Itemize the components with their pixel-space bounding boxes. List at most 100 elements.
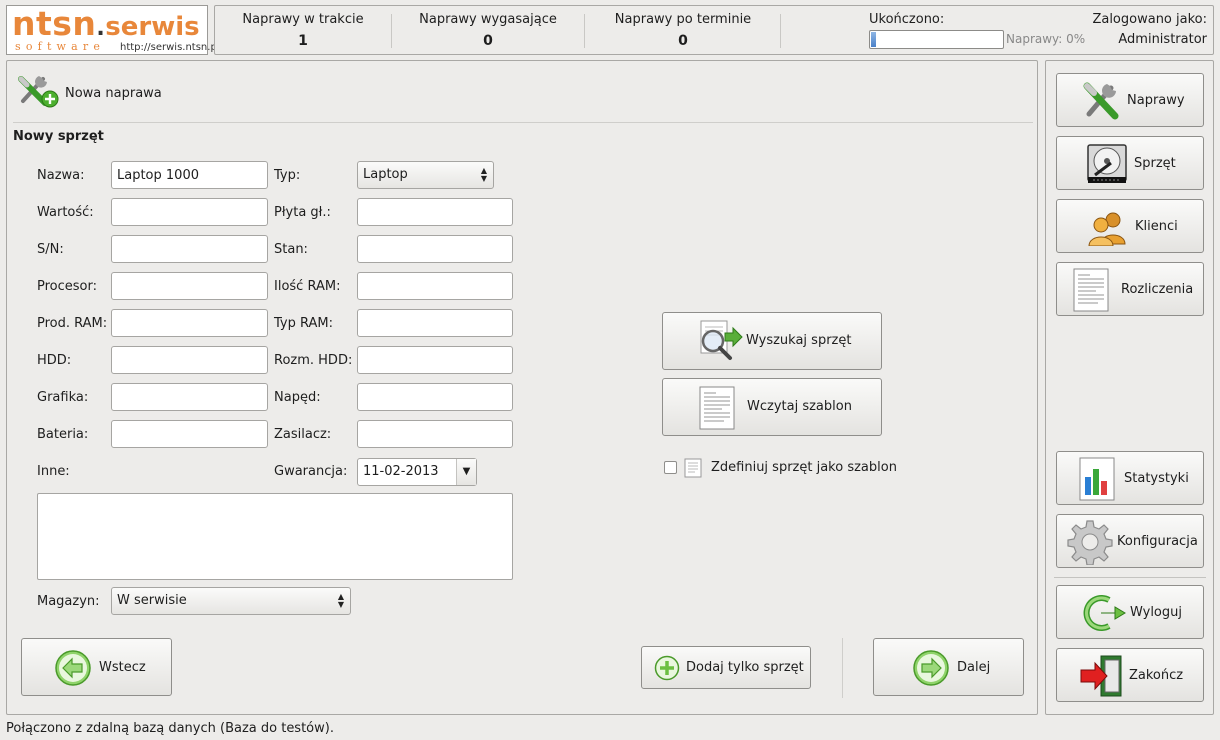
warranty-date-field[interactable]: 11-02-2013 ▼ bbox=[357, 458, 477, 486]
exit-door-icon bbox=[1079, 654, 1125, 702]
hdd-size-field[interactable] bbox=[357, 346, 513, 374]
add-equipment-only-button[interactable]: Dodaj tylko sprzęt bbox=[641, 646, 811, 689]
logged-in-user: Administrator bbox=[1118, 32, 1207, 47]
progress-fill bbox=[871, 32, 876, 47]
stat-in-progress-label: Naprawy w trakcie bbox=[242, 12, 364, 27]
define-template-checkbox[interactable] bbox=[664, 461, 677, 474]
warranty-date-value: 11-02-2013 bbox=[363, 464, 439, 479]
type-select[interactable]: Laptop ▲ ▼ bbox=[357, 161, 494, 189]
label-battery: Bateria: bbox=[37, 427, 89, 442]
label-name: Nazwa: bbox=[37, 168, 85, 183]
stat-expiring-value: 0 bbox=[483, 33, 493, 49]
power-supply-field[interactable] bbox=[357, 420, 513, 448]
label-other: Inne: bbox=[37, 464, 70, 479]
label-warehouse: Magazyn: bbox=[37, 594, 100, 609]
divider bbox=[780, 14, 781, 48]
load-template-label: Wczytaj szablon bbox=[747, 399, 852, 414]
add-equipment-only-label: Dodaj tylko sprzęt bbox=[686, 660, 804, 675]
label-hdd-size: Rozm. HDD: bbox=[274, 353, 353, 368]
breadcrumb-label: Nowa naprawa bbox=[65, 86, 162, 101]
sidebar-item-configuration[interactable]: Konfiguracja bbox=[1056, 514, 1204, 568]
logo-url: http://serwis.ntsn.pl bbox=[120, 42, 220, 53]
sidebar-item-label: Rozliczenia bbox=[1121, 282, 1194, 297]
label-hdd: HDD: bbox=[37, 353, 72, 368]
arrow-left-icon bbox=[54, 649, 92, 691]
sidebar-item-label: Zakończ bbox=[1129, 668, 1184, 683]
bar-chart-icon bbox=[1077, 455, 1117, 507]
document-icon bbox=[1071, 266, 1111, 318]
stat-in-progress: Naprawy w trakcie 1 bbox=[215, 6, 391, 54]
stat-in-progress-value: 1 bbox=[298, 33, 308, 49]
label-drive: Napęd: bbox=[274, 390, 321, 405]
next-label: Dalej bbox=[957, 660, 991, 675]
status-bar: Połączono z zdalną bazą danych (Baza do … bbox=[6, 721, 334, 736]
logged-in-label: Zalogowano jako: bbox=[1092, 12, 1207, 27]
side-navigation: Naprawy Sprzęt Klienci Rozliczenia Staty… bbox=[1045, 60, 1214, 715]
warehouse-select[interactable]: W serwisie ▲ ▼ bbox=[111, 587, 351, 615]
stat-expiring: Naprawy wygasające 0 bbox=[392, 6, 584, 54]
sidebar-item-label: Klienci bbox=[1135, 219, 1178, 234]
logout-icon bbox=[1081, 592, 1127, 638]
arrow-right-icon bbox=[912, 649, 950, 691]
label-power-supply: Zasilacz: bbox=[274, 427, 332, 442]
ram-manufacturer-field[interactable] bbox=[111, 309, 268, 337]
stat-expiring-label: Naprawy wygasające bbox=[419, 12, 557, 27]
type-select-value: Laptop bbox=[363, 167, 408, 182]
load-template-button[interactable]: Wczytaj szablon bbox=[662, 378, 882, 436]
logo-text-main: ntsn bbox=[12, 4, 97, 43]
updown-arrows-icon: ▲ ▼ bbox=[480, 166, 488, 183]
condition-field[interactable] bbox=[357, 235, 513, 263]
define-template-label: Zdefiniuj sprzęt jako szablon bbox=[711, 460, 897, 475]
motherboard-field[interactable] bbox=[357, 198, 513, 226]
label-serial: S/N: bbox=[37, 242, 64, 257]
label-condition: Stan: bbox=[274, 242, 308, 257]
search-equipment-button[interactable]: Wyszukaj sprzęt bbox=[662, 312, 882, 370]
stat-overdue-label: Naprawy po terminie bbox=[614, 12, 752, 27]
gear-icon bbox=[1067, 519, 1113, 569]
warehouse-select-value: W serwisie bbox=[117, 593, 187, 608]
name-field[interactable] bbox=[111, 161, 268, 189]
tools-add-icon bbox=[15, 71, 61, 115]
sidebar-item-label: Konfiguracja bbox=[1117, 534, 1198, 549]
label-graphics: Grafika: bbox=[37, 390, 89, 405]
document-icon bbox=[697, 384, 737, 436]
stat-overdue-value: 0 bbox=[678, 33, 688, 49]
tools-icon bbox=[1079, 78, 1125, 128]
app-logo: ntsn.serwis software http://serwis.ntsn.… bbox=[6, 4, 220, 55]
label-motherboard: Płyta gł.: bbox=[274, 205, 331, 220]
graphics-field[interactable] bbox=[111, 383, 268, 411]
sidebar-item-label: Statystyki bbox=[1124, 471, 1189, 486]
label-value: Wartość: bbox=[37, 205, 94, 220]
optical-drive-field[interactable] bbox=[357, 383, 513, 411]
main-panel: Nowa naprawa Nowy sprzęt Nazwa: Wartość:… bbox=[6, 60, 1038, 715]
sidebar-item-equipment[interactable]: Sprzęt bbox=[1056, 136, 1204, 190]
hdd-field[interactable] bbox=[111, 346, 268, 374]
search-equipment-label: Wyszukaj sprzęt bbox=[746, 333, 852, 348]
sidebar-item-exit[interactable]: Zakończ bbox=[1056, 648, 1204, 702]
sidebar-item-clients[interactable]: Klienci bbox=[1056, 199, 1204, 253]
search-document-icon bbox=[697, 319, 745, 369]
cpu-field[interactable] bbox=[111, 272, 268, 300]
next-button[interactable]: Dalej bbox=[873, 638, 1024, 696]
template-doc-icon bbox=[683, 457, 703, 483]
header-stats-bar: Naprawy w trakcie 1 Naprawy wygasające 0… bbox=[214, 5, 1214, 55]
divider bbox=[1054, 577, 1206, 578]
label-ram-amount: Ilość RAM: bbox=[274, 279, 341, 294]
ram-type-field[interactable] bbox=[357, 309, 513, 337]
sidebar-item-billing[interactable]: Rozliczenia bbox=[1056, 262, 1204, 316]
other-notes-textarea[interactable] bbox=[37, 493, 513, 580]
stat-overdue: Naprawy po terminie 0 bbox=[585, 6, 781, 54]
users-icon bbox=[1087, 210, 1129, 250]
sidebar-item-repairs[interactable]: Naprawy bbox=[1056, 73, 1204, 127]
chevron-down-icon[interactable]: ▼ bbox=[456, 459, 476, 485]
serial-number-field[interactable] bbox=[111, 235, 268, 263]
back-button[interactable]: Wstecz bbox=[21, 638, 172, 696]
ram-amount-field[interactable] bbox=[357, 272, 513, 300]
value-field[interactable] bbox=[111, 198, 268, 226]
sidebar-item-label: Sprzęt bbox=[1134, 156, 1176, 171]
plus-circle-icon bbox=[654, 655, 680, 685]
sidebar-item-logout[interactable]: Wyloguj bbox=[1056, 585, 1204, 639]
hard-drive-icon bbox=[1085, 141, 1129, 191]
sidebar-item-statistics[interactable]: Statystyki bbox=[1056, 451, 1204, 505]
battery-field[interactable] bbox=[111, 420, 268, 448]
